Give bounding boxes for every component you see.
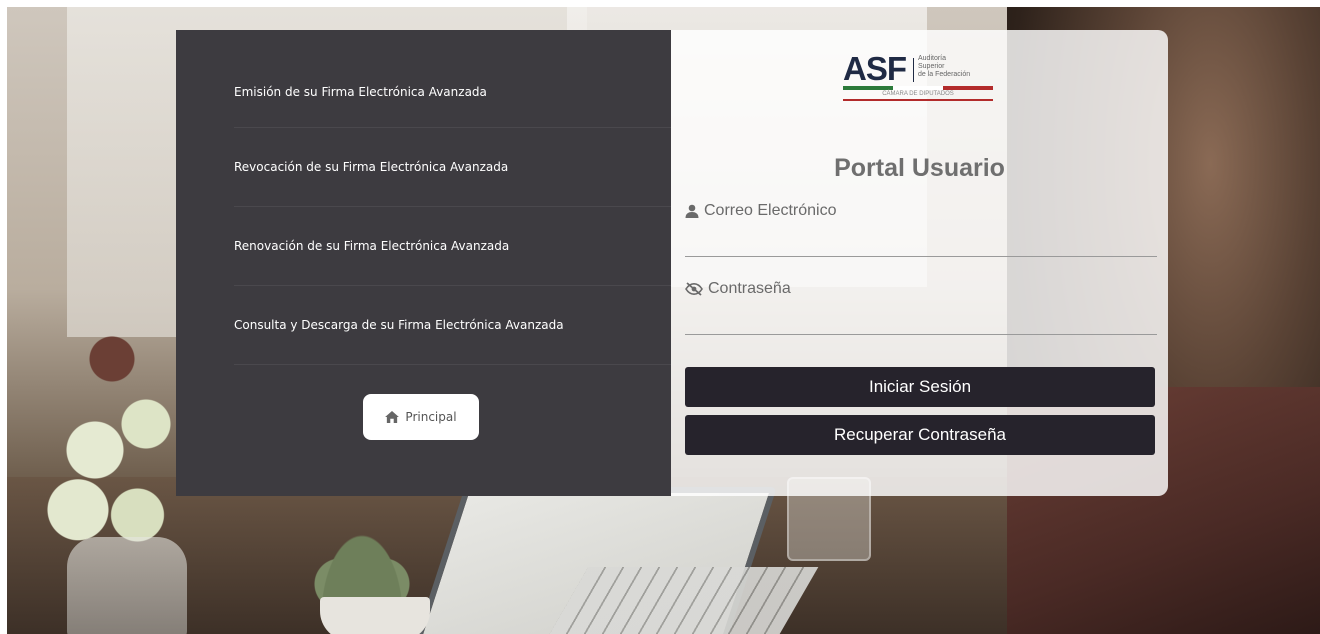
logo-underline bbox=[843, 99, 993, 101]
background-pot bbox=[320, 597, 430, 634]
background-flowers bbox=[27, 307, 197, 567]
email-label: Correo Electrónico bbox=[685, 202, 1153, 220]
password-label: Contraseña bbox=[685, 280, 1153, 298]
logo-sub-line: Auditoría bbox=[918, 55, 947, 62]
principal-button-label: Principal bbox=[405, 410, 457, 424]
login-card: Emisión de su Firma Electrónica Avanzada… bbox=[176, 30, 1168, 496]
logo-acronym: ASF bbox=[843, 50, 907, 87]
principal-button[interactable]: Principal bbox=[363, 394, 479, 440]
logo-sub-line: Superior bbox=[918, 63, 945, 70]
login-panel: ASF Auditoría Superior de la Federación … bbox=[671, 30, 1168, 496]
email-field-group: Correo Electrónico bbox=[685, 202, 1157, 257]
password-field-group: Contraseña bbox=[685, 280, 1157, 335]
services-panel: Emisión de su Firma Electrónica Avanzada… bbox=[176, 30, 671, 496]
services-menu: Emisión de su Firma Electrónica Avanzada… bbox=[234, 60, 671, 365]
menu-item-consulta[interactable]: Consulta y Descarga de su Firma Electrón… bbox=[234, 286, 671, 365]
login-button[interactable]: Iniciar Sesión bbox=[685, 367, 1155, 407]
background-vase bbox=[67, 537, 187, 634]
home-icon bbox=[385, 411, 400, 423]
menu-item-label: Revocación de su Firma Electrónica Avanz… bbox=[234, 160, 509, 174]
background-laptop-keyboard bbox=[545, 567, 819, 634]
password-label-text: Contraseña bbox=[708, 280, 791, 297]
menu-item-label: Renovación de su Firma Electrónica Avanz… bbox=[234, 239, 510, 253]
email-input[interactable] bbox=[685, 228, 1157, 257]
menu-item-emision[interactable]: Emisión de su Firma Electrónica Avanzada bbox=[234, 60, 671, 128]
password-input[interactable] bbox=[685, 306, 1157, 335]
menu-item-renovacion[interactable]: Renovación de su Firma Electrónica Avanz… bbox=[234, 207, 671, 286]
logo-divider bbox=[913, 58, 914, 82]
logo-flag-bar bbox=[843, 86, 993, 90]
user-icon bbox=[685, 204, 699, 218]
logo-caption: CÁMARA DE DIPUTADOS bbox=[882, 91, 954, 97]
logo-sub-line: de la Federación bbox=[918, 71, 971, 78]
email-label-text: Correo Electrónico bbox=[704, 202, 837, 219]
menu-item-revocacion[interactable]: Revocación de su Firma Electrónica Avanz… bbox=[234, 128, 671, 207]
eye-slash-icon[interactable] bbox=[685, 282, 703, 296]
page-title: Portal Usuario bbox=[834, 154, 1005, 182]
recover-password-button[interactable]: Recuperar Contraseña bbox=[685, 415, 1155, 455]
menu-item-label: Emisión de su Firma Electrónica Avanzada bbox=[234, 85, 487, 99]
logo-subtitle: Auditoría Superior de la Federación bbox=[918, 55, 970, 79]
asf-logo: ASF Auditoría Superior de la Federación … bbox=[843, 52, 995, 102]
menu-item-label: Consulta y Descarga de su Firma Electrón… bbox=[234, 318, 564, 332]
